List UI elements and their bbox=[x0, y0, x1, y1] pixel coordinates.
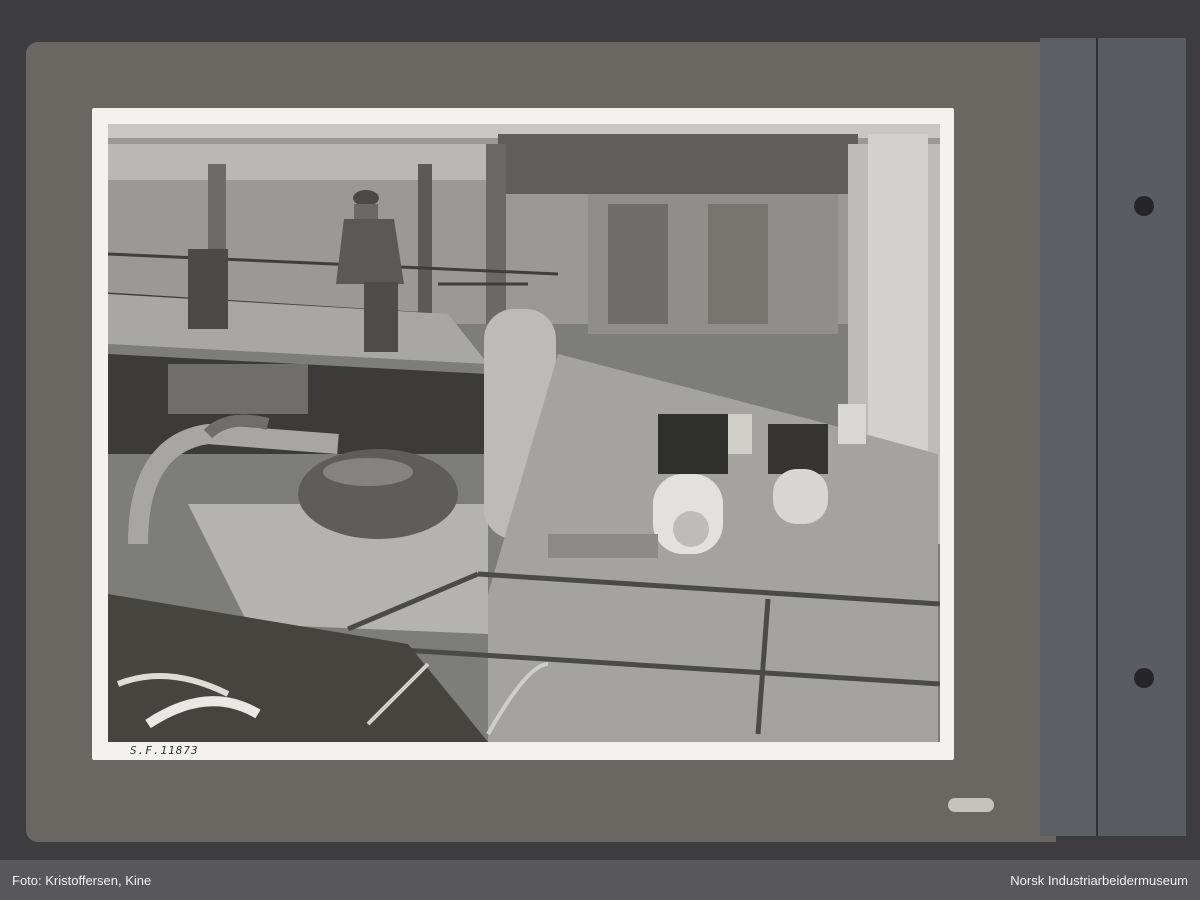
binding-hole-bottom bbox=[1134, 668, 1154, 688]
album-binding bbox=[1040, 38, 1186, 836]
page-scuff-mark bbox=[948, 798, 994, 812]
binding-hole-top bbox=[1134, 196, 1154, 216]
catalog-number: S.F.11873 bbox=[130, 744, 199, 757]
institution-name: Norsk Industriarbeidermuseum bbox=[1010, 873, 1188, 888]
caption-bar: Foto: Kristoffersen, Kine Norsk Industri… bbox=[0, 860, 1200, 900]
image-viewer: S.F.11873 bbox=[0, 0, 1200, 860]
factory-machinery-photo bbox=[108, 124, 940, 742]
photo-credit: Foto: Kristoffersen, Kine bbox=[12, 873, 152, 888]
